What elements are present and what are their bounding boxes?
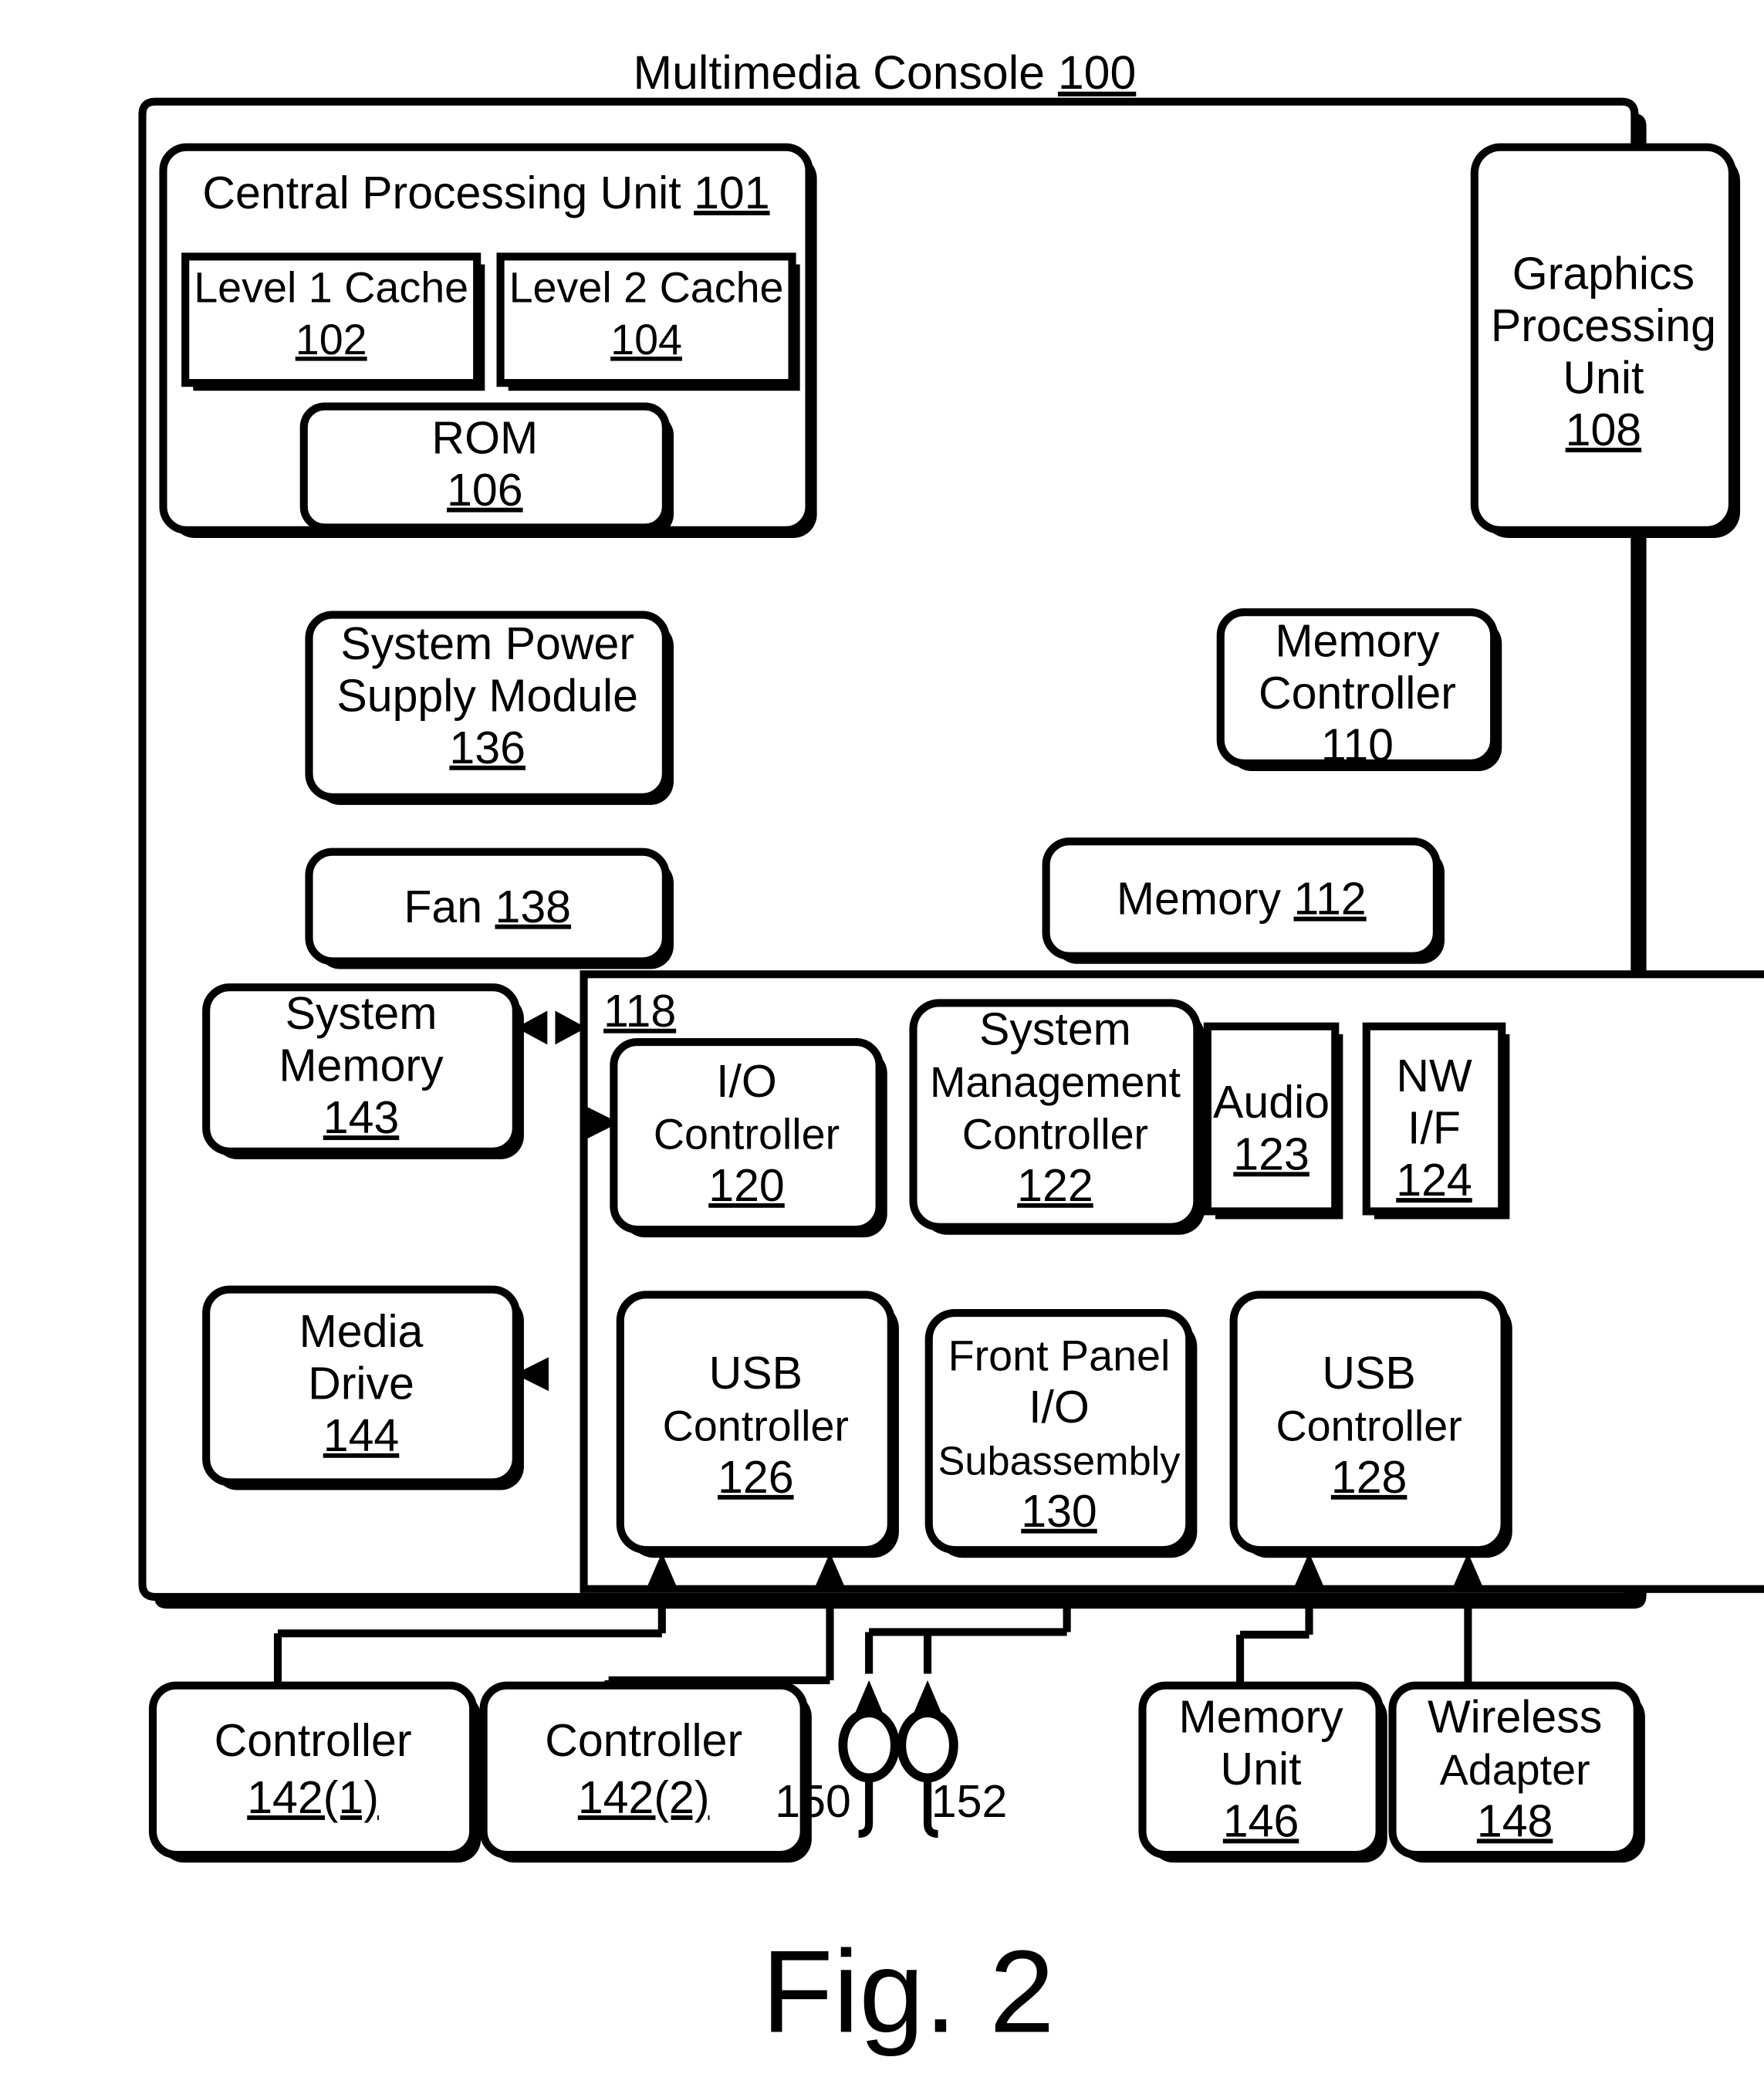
smc-line-1: System <box>979 1003 1131 1054</box>
svg-text:Central Processing Unit 101: Central Processing Unit 101 <box>202 167 769 218</box>
block-usb-controller-126: USB Controller 126 <box>616 1291 899 1558</box>
block-rom: ROM 106 <box>299 402 674 536</box>
l2cache-ref: 104 <box>610 316 682 364</box>
fan-label: Fan <box>404 881 482 932</box>
cpu-label: Central Processing Unit <box>202 167 681 218</box>
memoryunit-line-1: Memory <box>1178 1691 1343 1742</box>
mediadrive-line-1: Media <box>299 1306 424 1357</box>
memory-label: Memory <box>1117 874 1282 925</box>
wireless-line-2: Adapter <box>1440 1746 1590 1794</box>
console-title-text: Multimedia Console 100 <box>634 46 1137 99</box>
southbridge-ref-label: 118 <box>603 986 676 1037</box>
psu-line-2: Supply Module <box>336 670 638 721</box>
smc-ref: 122 <box>1017 1160 1093 1211</box>
l1cache-label: Level 1 Cache <box>194 264 468 312</box>
frontpanel-line-2: I/O <box>1029 1382 1090 1433</box>
gpu-line-1: Graphics <box>1512 249 1695 299</box>
memoryunit-line-2: Unit <box>1221 1744 1302 1795</box>
gpu-ref: 108 <box>1566 404 1642 455</box>
psu-line-1: System Power <box>340 618 634 669</box>
memoryunit-ref: 146 <box>1223 1795 1299 1846</box>
frontpanel-line-3: Subassembly <box>938 1439 1181 1483</box>
node-150-label: 150 <box>775 1776 851 1827</box>
usb128-ref: 128 <box>1331 1452 1407 1503</box>
block-fan: Fan 138 <box>305 847 674 969</box>
iocontroller-ref: 120 <box>708 1160 785 1211</box>
memctrl-line-1: Memory <box>1275 616 1440 667</box>
psu-ref: 136 <box>449 722 525 773</box>
block-system-power-supply-module: System Power Supply Module 136 <box>305 611 674 805</box>
smc-line-2: Management <box>930 1058 1181 1106</box>
l1cache-ref: 102 <box>296 316 367 364</box>
wireless-ref: 148 <box>1477 1795 1553 1846</box>
memory-ref: 112 <box>1294 874 1367 925</box>
rom-label: ROM <box>431 412 538 463</box>
smc-line-3: Controller <box>962 1110 1148 1158</box>
block-graphics-processing-unit: Graphics Processing Unit 108 <box>1470 143 1741 538</box>
patent-figure-page: Multimedia Console 100 Central Processin… <box>0 0 1764 2084</box>
usb126-line-1: USB <box>709 1348 803 1399</box>
multimedia-console-block-diagram: Multimedia Console 100 Central Processin… <box>9 0 1764 2084</box>
block-controller-142-2: Controller 142(2) <box>479 1681 812 1863</box>
block-usb-controller-128: USB Controller 128 <box>1229 1291 1512 1558</box>
block-front-panel-io-subassembly: Front Panel I/O Subassembly 130 <box>924 1308 1198 1558</box>
iocontroller-line-1: I/O <box>716 1056 777 1107</box>
block-memory-controller: Memory Controller 110 <box>1216 608 1502 771</box>
usb128-line-2: Controller <box>1276 1402 1462 1450</box>
block-system-management-controller: System Management Controller 122 <box>909 999 1205 1235</box>
memctrl-line-2: Controller <box>1259 668 1456 719</box>
block-memory-unit: Memory Unit 146 <box>1138 1681 1387 1863</box>
block-wireless-adapter: Wireless Adapter 148 <box>1388 1681 1645 1863</box>
fan-ref: 138 <box>495 881 572 932</box>
mediadrive-ref: 144 <box>323 1410 400 1461</box>
figure-caption: Fig. 2 <box>762 1927 1055 2058</box>
block-media-drive: Media Drive 144 <box>202 1285 524 1490</box>
audio-ref: 123 <box>1233 1128 1309 1179</box>
block-audio: Audio 123 <box>1203 1022 1343 1220</box>
iocontroller-line-2: Controller <box>654 1110 840 1158</box>
controller2-label: Controller <box>545 1715 742 1766</box>
block-network-interface: NW I/F 124 <box>1362 1022 1510 1220</box>
svg-text:Memory 112: Memory 112 <box>1117 874 1367 925</box>
usb126-line-2: Controller <box>663 1402 849 1450</box>
block-level-2-cache: Level 2 Cache 104 <box>496 252 800 391</box>
cpu-ref: 101 <box>694 167 770 218</box>
block-memory: Memory 112 <box>1042 837 1445 964</box>
sysmem-line-2: Memory <box>279 1040 444 1091</box>
gpu-line-3: Unit <box>1563 353 1644 404</box>
controller1-label: Controller <box>215 1715 412 1766</box>
usb126-ref: 126 <box>718 1452 794 1503</box>
controller2-ref: 142(2) <box>578 1772 710 1823</box>
nwif-ref: 124 <box>1396 1155 1472 1206</box>
nwif-line-1: NW <box>1396 1050 1472 1101</box>
wireless-line-1: Wireless <box>1428 1691 1602 1742</box>
rom-ref: 106 <box>447 465 523 516</box>
frontpanel-ref: 130 <box>1021 1486 1097 1537</box>
node-152-label: 152 <box>931 1776 1008 1827</box>
l2cache-label: Level 2 Cache <box>509 264 784 312</box>
frontpanel-line-1: Front Panel <box>948 1331 1171 1379</box>
mediadrive-line-2: Drive <box>308 1358 414 1409</box>
svg-text:Fan 138: Fan 138 <box>404 881 571 932</box>
sysmem-ref: 143 <box>323 1092 400 1143</box>
sysmem-line-1: System <box>286 988 438 1039</box>
block-io-controller: I/O Controller 120 <box>610 1037 887 1238</box>
console-ref: 100 <box>1058 46 1136 99</box>
usb128-line-1: USB <box>1322 1348 1415 1399</box>
audio-label: Audio <box>1213 1077 1330 1128</box>
block-system-memory: System Memory 143 <box>202 983 524 1159</box>
console-title-label: Multimedia Console <box>634 46 1046 99</box>
gpu-line-2: Processing <box>1491 300 1716 351</box>
controller1-ref: 142(1) <box>247 1772 379 1823</box>
memctrl-ref: 110 <box>1321 720 1394 771</box>
block-controller-142-1: Controller 142(1) <box>148 1681 482 1863</box>
block-level-1-cache: Level 1 Cache 102 <box>181 252 485 391</box>
nwif-line-2: I/F <box>1407 1103 1461 1154</box>
